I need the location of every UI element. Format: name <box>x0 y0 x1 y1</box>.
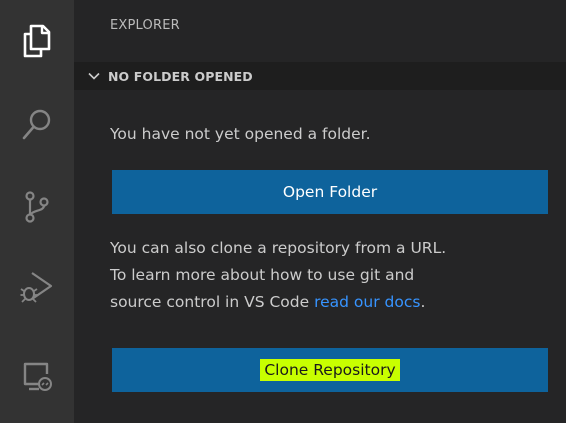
clone-info-line-1: You can also clone a repository from a U… <box>110 239 447 257</box>
clone-repository-button[interactable]: Clone Repository <box>112 348 548 392</box>
sidebar-title: EXPLORER <box>110 18 180 33</box>
no-folder-section-header[interactable]: NO FOLDER OPENED <box>74 62 566 90</box>
vscode-window: EXPLORER NO FOLDER OPENED You have not y… <box>0 0 566 423</box>
explorer-sidebar: EXPLORER NO FOLDER OPENED You have not y… <box>74 0 566 423</box>
no-folder-message: You have not yet opened a folder. <box>110 125 371 143</box>
run-debug-icon[interactable] <box>0 250 74 324</box>
clone-info-text: You can also clone a repository from a U… <box>110 235 446 316</box>
clone-info-line-3: source control in VS Code read our docs. <box>110 289 446 316</box>
clone-info-line-2: To learn more about how to use git and <box>110 266 415 284</box>
open-folder-label: Open Folder <box>282 183 378 201</box>
remote-explorer-icon[interactable] <box>0 340 74 414</box>
open-folder-button[interactable]: Open Folder <box>112 170 548 214</box>
chevron-down-icon <box>86 68 102 84</box>
clone-repository-label: Clone Repository <box>260 359 400 381</box>
clone-info-end: . <box>420 293 426 311</box>
source-control-icon[interactable] <box>0 170 74 244</box>
activity-bar <box>0 0 74 423</box>
files-icon[interactable] <box>0 4 74 78</box>
read-docs-link[interactable]: read our docs <box>314 293 420 311</box>
search-icon[interactable] <box>0 88 74 162</box>
section-title: NO FOLDER OPENED <box>108 68 253 84</box>
clone-info-line-3-text: source control in VS Code <box>110 293 315 311</box>
